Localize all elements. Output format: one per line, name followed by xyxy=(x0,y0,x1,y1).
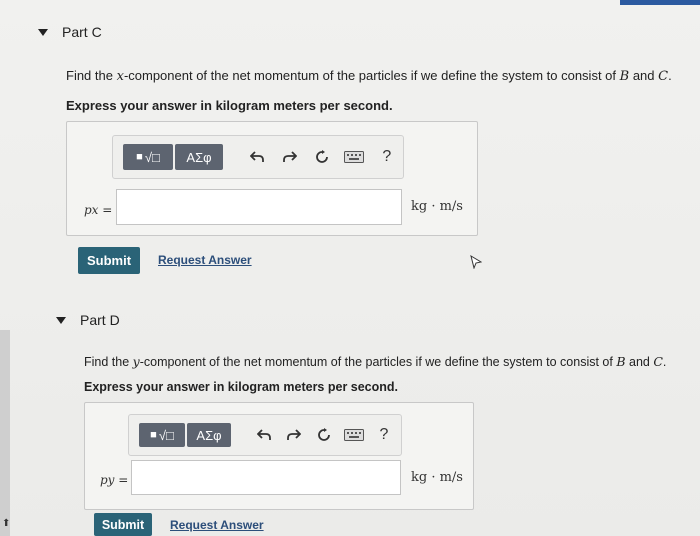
part-d-instruction: Express your answer in kilogram meters p… xyxy=(84,380,399,394)
part-d-request-answer-link[interactable]: Request Answer xyxy=(170,518,264,532)
part-d-submit-button[interactable]: Submit xyxy=(94,513,152,536)
reset-icon[interactable] xyxy=(306,150,338,164)
part-c-request-answer-link[interactable]: Request Answer xyxy=(158,253,252,267)
greek-symbols-button[interactable]: ΑΣφ xyxy=(187,423,231,447)
part-c-instruction: Express your answer in kilogram meters p… xyxy=(66,98,393,113)
part-d-title: Part D xyxy=(80,312,120,328)
mouse-cursor-icon xyxy=(470,255,482,269)
scroll-marker-icon: ⬆ xyxy=(2,518,11,529)
part-c-units: kg · m/s xyxy=(411,199,463,214)
part-d-header[interactable]: Part D xyxy=(56,312,120,328)
templates-button[interactable]: ■ √□ xyxy=(139,423,185,447)
collapse-caret-icon[interactable] xyxy=(38,28,48,36)
part-c-math-toolbar: ■ √□ ΑΣφ ? xyxy=(112,135,404,179)
greek-symbols-button[interactable]: ΑΣφ xyxy=(175,144,223,170)
part-c-header[interactable]: Part C xyxy=(38,24,102,40)
py-input[interactable] xyxy=(131,460,401,495)
redo-arrow-icon[interactable] xyxy=(273,151,305,163)
part-d-math-toolbar: ■ √□ ΑΣφ ? xyxy=(128,414,402,456)
undo-arrow-icon[interactable] xyxy=(249,429,279,441)
reset-icon[interactable] xyxy=(309,428,339,442)
help-button[interactable]: ? xyxy=(369,426,399,444)
keyboard-icon[interactable] xyxy=(339,429,369,441)
help-button[interactable]: ? xyxy=(371,148,403,166)
redo-arrow-icon[interactable] xyxy=(279,429,309,441)
part-d-question: Find the y-component of the net momentum… xyxy=(84,354,667,369)
part-d-units: kg · m/s xyxy=(411,470,463,485)
px-input[interactable] xyxy=(116,189,402,225)
collapse-caret-icon[interactable] xyxy=(56,316,66,324)
left-scroll-strip[interactable]: ⬆ xyxy=(0,330,10,536)
review-tab[interactable] xyxy=(620,0,700,5)
part-c-submit-button[interactable]: Submit xyxy=(78,247,140,274)
page: ⬆ Part C Find the x-component of the net… xyxy=(0,0,700,536)
templates-button[interactable]: ■ √□ xyxy=(123,144,173,170)
px-label: px = xyxy=(84,203,113,217)
keyboard-icon[interactable] xyxy=(338,151,370,163)
undo-arrow-icon[interactable] xyxy=(241,151,273,163)
py-label: py = xyxy=(100,473,129,487)
part-c-title: Part C xyxy=(62,24,102,40)
part-c-question: Find the x-component of the net momentum… xyxy=(66,68,672,84)
